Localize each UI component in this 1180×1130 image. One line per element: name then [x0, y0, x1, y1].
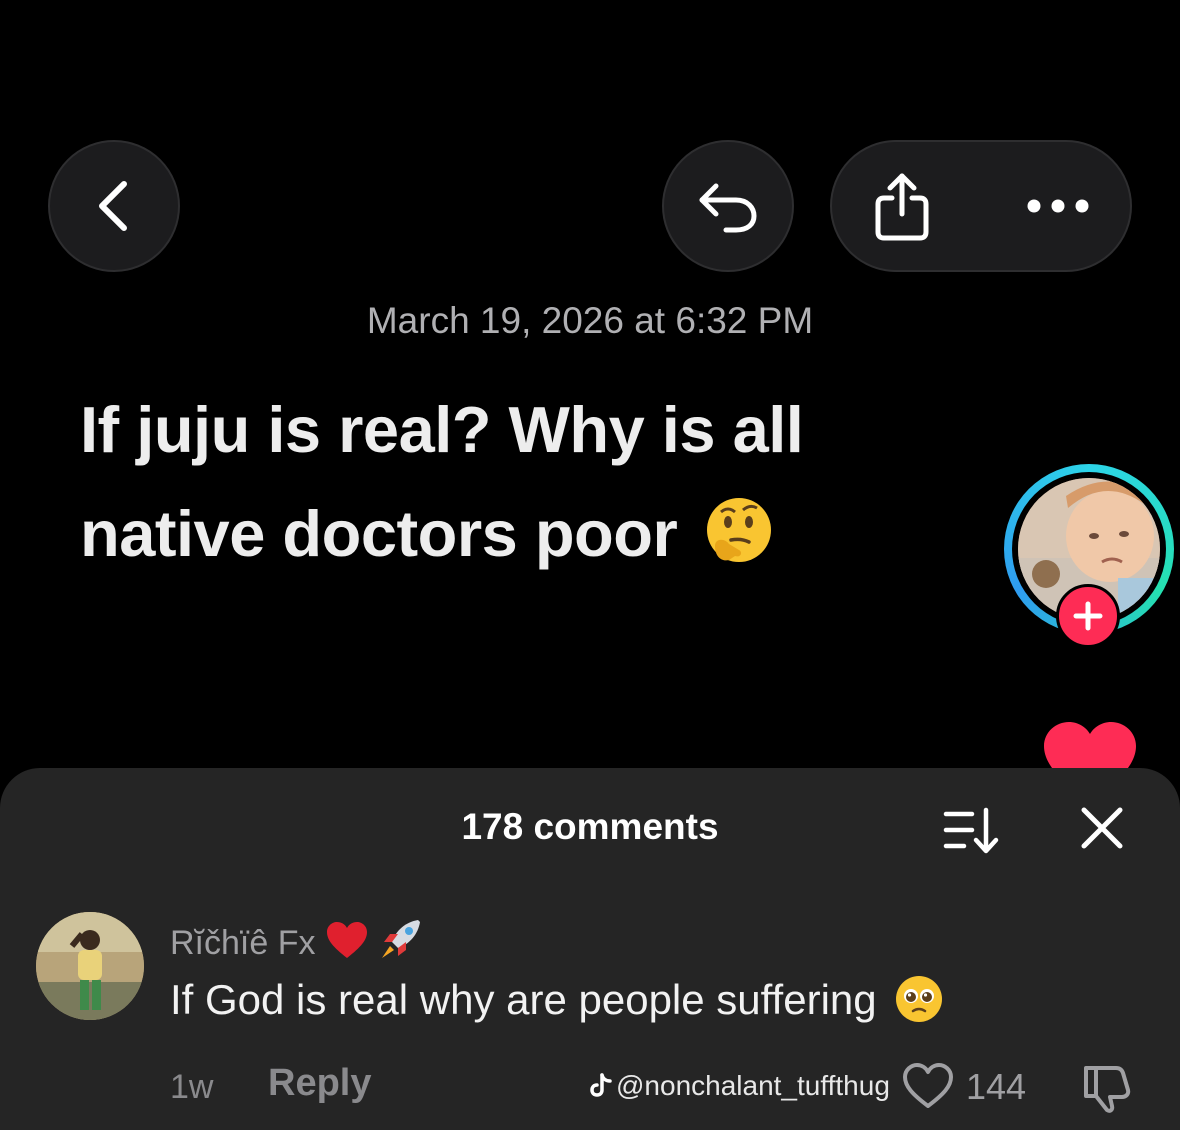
sort-icon[interactable]	[942, 806, 1002, 856]
undo-button[interactable]	[662, 140, 794, 272]
chevron-left-icon	[99, 181, 127, 231]
thinking-face-emoji	[706, 498, 771, 562]
commenter-username: Rĭčhïê Fx	[170, 924, 316, 962]
reply-button[interactable]: Reply	[268, 1062, 371, 1105]
comment-timestamp: 1w	[170, 1068, 214, 1106]
comments-count: 178 comments	[461, 806, 719, 847]
post-date: March 19, 2026 at 6:32 PM	[366, 300, 814, 341]
follow-button[interactable]	[1056, 584, 1120, 648]
pleading-face-emoji	[896, 976, 943, 1022]
watermark: @nonchalant_tuffthug	[590, 1070, 890, 1102]
comment-text-content: If God is real why are people suffering	[170, 976, 877, 1023]
commenter-avatar-image	[36, 912, 144, 1020]
comment-like-count: 144	[966, 1066, 1027, 1107]
commenter-name[interactable]: Rĭčhïê Fx	[170, 916, 424, 963]
plus-icon	[1073, 601, 1103, 631]
rocket-emoji	[382, 920, 421, 958]
actions-pill	[830, 140, 1132, 272]
post-text: If juju is real? Why is all native docto…	[80, 378, 940, 586]
share-button[interactable]	[872, 170, 932, 242]
more-button[interactable]	[1026, 198, 1090, 214]
back-button[interactable]	[48, 140, 180, 272]
commenter-avatar[interactable]	[36, 912, 144, 1020]
watermark-handle: @nonchalant_tuffthug	[616, 1070, 890, 1101]
more-horizontal-icon	[1027, 199, 1089, 213]
post-text-content: If juju is real? Why is all native docto…	[80, 393, 804, 570]
share-icon	[875, 173, 929, 241]
close-icon[interactable]	[1080, 806, 1124, 850]
heart-outline-icon[interactable]	[902, 1062, 954, 1110]
comment-text: If God is real why are people suffering	[170, 974, 944, 1024]
undo-arrow-icon	[699, 183, 757, 233]
thumbs-down-icon[interactable]	[1080, 1062, 1134, 1114]
red-heart-emoji	[326, 922, 367, 958]
tiktok-logo-icon	[590, 1073, 612, 1097]
